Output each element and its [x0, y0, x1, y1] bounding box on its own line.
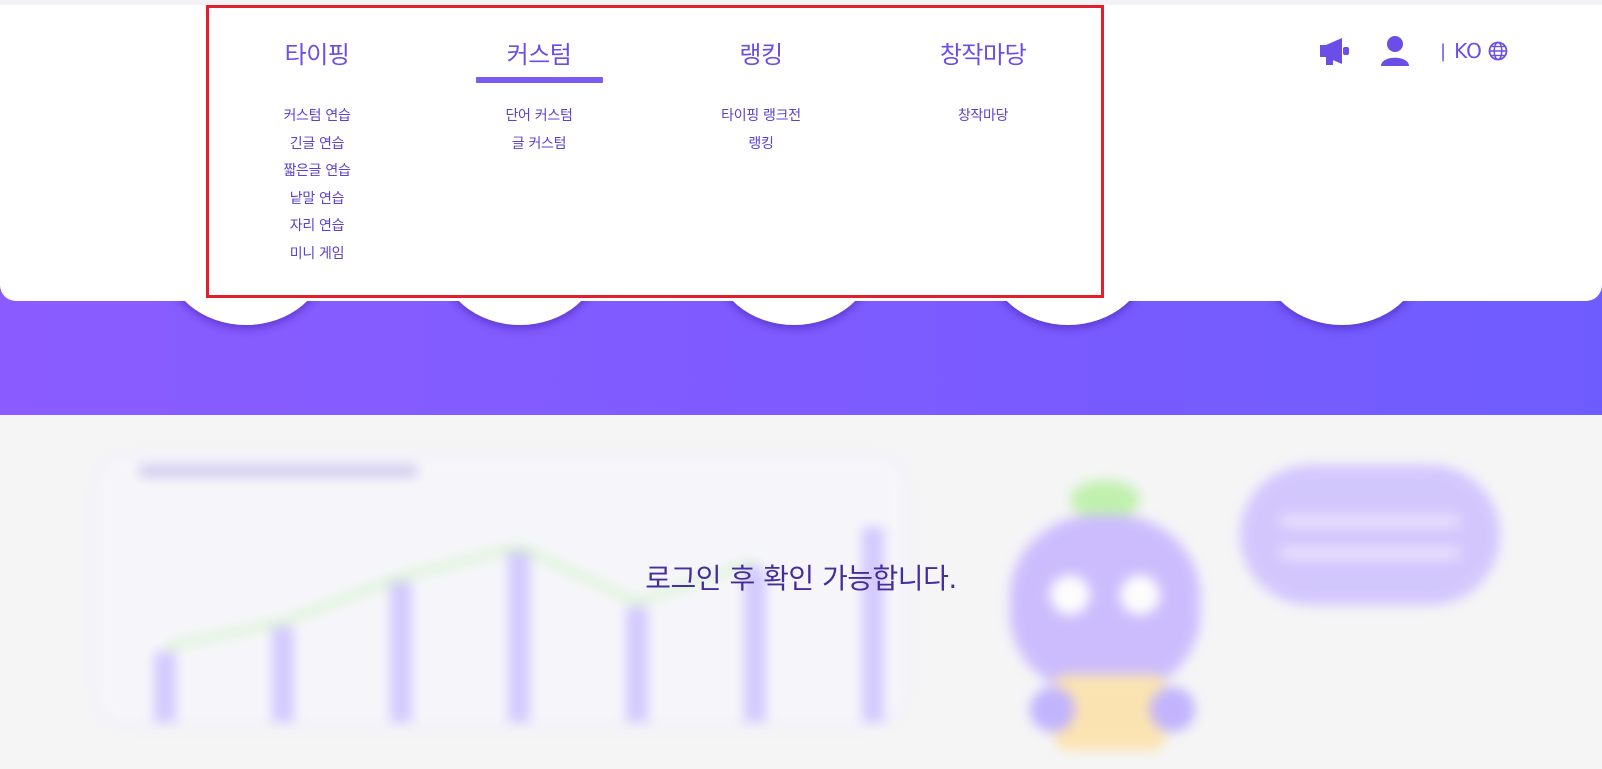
blurred-bar: [390, 582, 412, 722]
main-content: 로그인 후 확인 가능합니다.: [0, 415, 1602, 769]
mascot-body: [1010, 515, 1200, 695]
globe-icon[interactable]: [1488, 41, 1508, 61]
blurred-bar: [626, 607, 648, 722]
bubble-line: [1280, 515, 1460, 527]
mascot-leaf: [1070, 480, 1140, 520]
language-separator: |: [1440, 40, 1447, 62]
login-required-message: 로그인 후 확인 가능합니다.: [645, 562, 957, 595]
user-icon[interactable]: [1380, 35, 1410, 67]
language-selector[interactable]: KO: [1454, 39, 1482, 63]
blurred-bar: [154, 652, 176, 722]
highlight-box: [206, 5, 1104, 298]
header-utilities: | KO: [1318, 33, 1508, 69]
megaphone-icon[interactable]: [1318, 36, 1354, 66]
blurred-bar: [272, 627, 294, 722]
mascot-hand: [1150, 687, 1195, 732]
mascot-hand: [1030, 687, 1075, 732]
